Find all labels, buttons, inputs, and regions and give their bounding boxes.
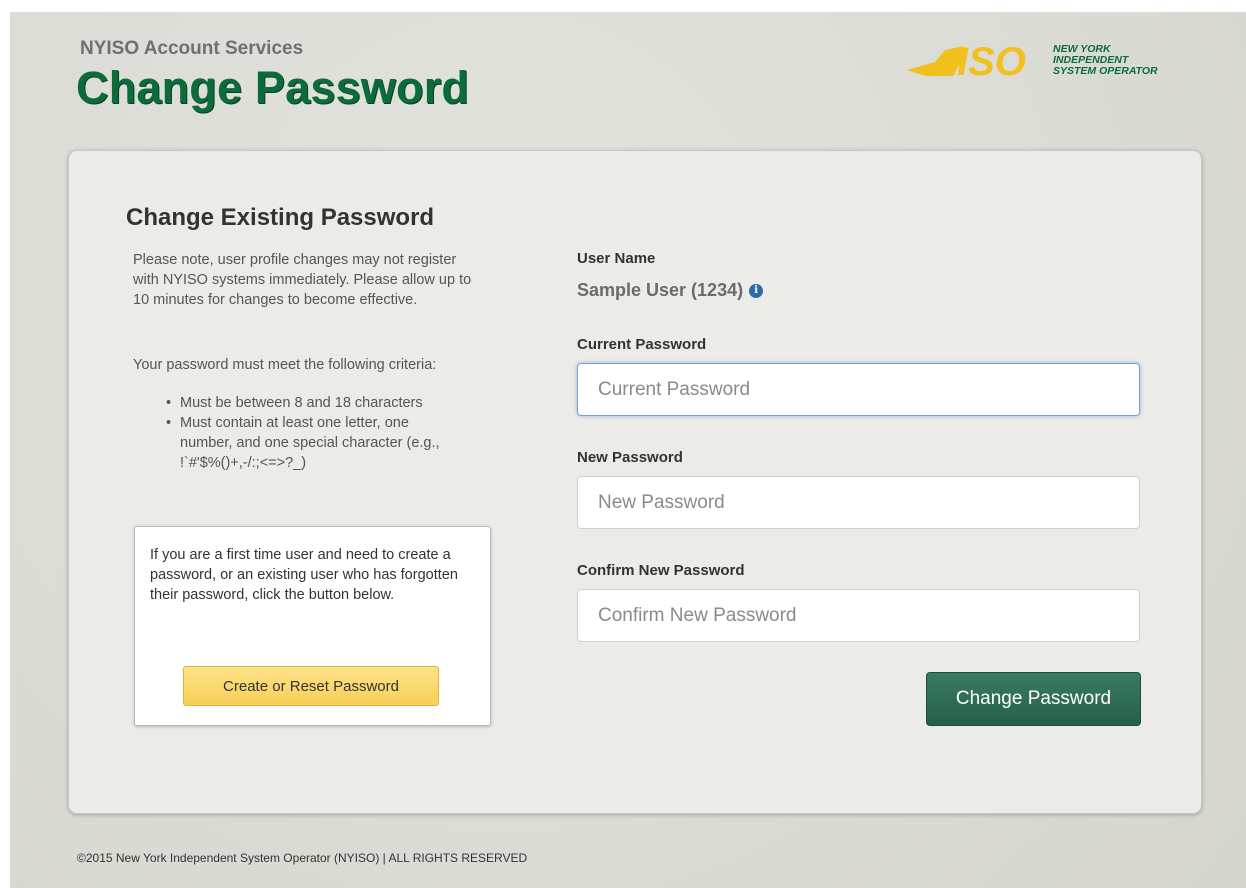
criteria-item: • Must be between 8 and 18 characters: [162, 393, 462, 413]
criteria-item-text: Must contain at least one letter, one nu…: [180, 415, 440, 471]
criteria-item-text: Must be between 8 and 18 characters: [180, 395, 423, 411]
create-or-reset-password-button[interactable]: Create or Reset Password: [183, 666, 439, 706]
bullet-icon: •: [166, 415, 172, 431]
username-display: Sample User (1234) i: [577, 280, 764, 301]
info-icon[interactable]: i: [749, 283, 764, 298]
confirm-password-label: Confirm New Password: [577, 562, 745, 579]
nyiso-logo: ISO NEW YORK INDEPENDENT SYSTEM OPERATOR: [907, 40, 1158, 80]
footer-copyright: ©2015 New York Independent System Operat…: [77, 851, 528, 865]
current-password-label: Current Password: [577, 336, 707, 353]
new-password-label: New Password: [577, 449, 683, 466]
confirm-password-input[interactable]: [577, 589, 1140, 642]
profile-change-note: Please note, user profile changes may no…: [133, 252, 472, 308]
reset-box-text: If you are a first time user and need to…: [150, 547, 458, 603]
section-heading: Change Existing Password: [126, 204, 435, 231]
bullet-icon: •: [166, 395, 172, 411]
current-password-input[interactable]: [577, 363, 1140, 416]
page-title: Change Password: [76, 62, 470, 113]
change-password-button[interactable]: Change Password: [926, 672, 1141, 726]
app-subtitle: NYISO Account Services: [80, 38, 304, 59]
new-password-input[interactable]: [577, 476, 1140, 529]
criteria-list: • Must be between 8 and 18 characters • Mu…: [162, 393, 462, 473]
logo-line-3: SYSTEM OPERATOR: [1053, 65, 1158, 77]
username-value: Sample User (1234): [577, 280, 744, 300]
username-label: User Name: [577, 250, 656, 267]
criteria-item: • Must contain at least one letter, one n…: [162, 413, 462, 473]
logo-mark: ISO: [957, 40, 1026, 80]
criteria-intro: Your password must meet the following cr…: [133, 357, 437, 373]
